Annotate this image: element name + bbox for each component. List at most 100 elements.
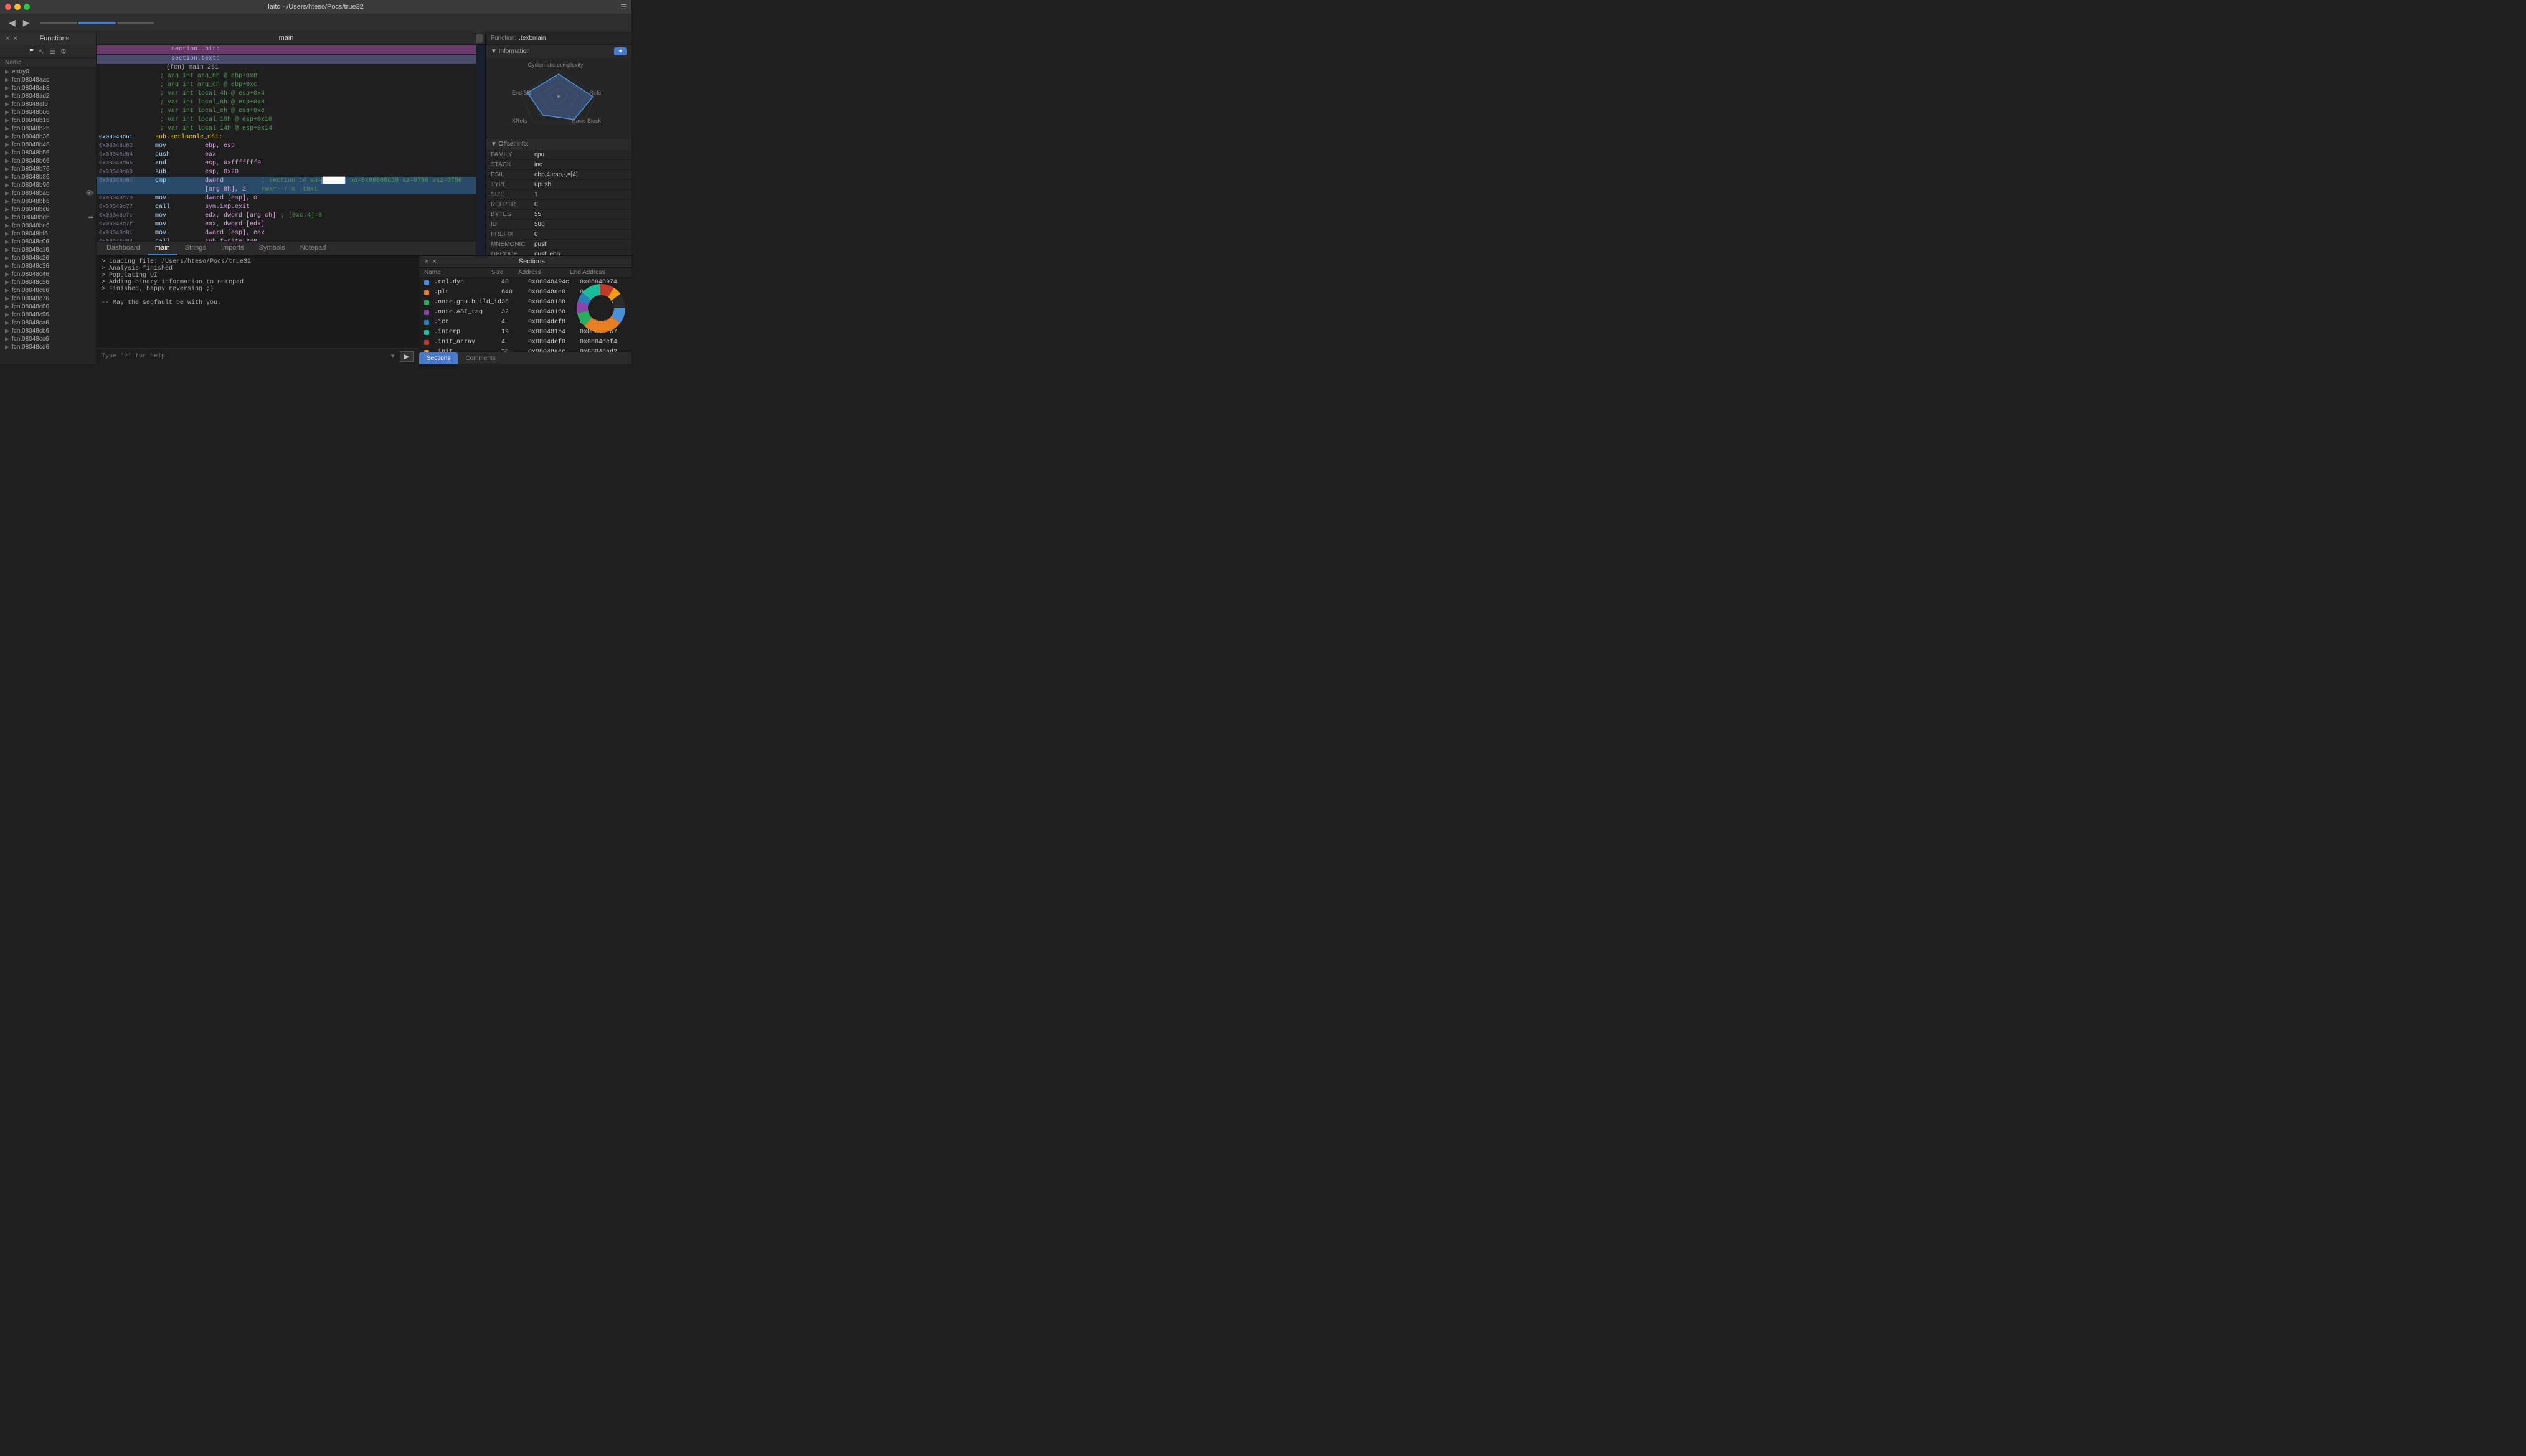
tab-notepad[interactable]: Notepad: [293, 242, 334, 255]
list-item[interactable]: ▶fcn.08048c86: [0, 303, 96, 311]
section-row-init-array[interactable]: .init_array 4 0x0804def0 0x0804def4: [419, 338, 632, 347]
sections-tab-bar: Sections Comments: [419, 352, 632, 364]
sections-list[interactable]: .rel.dyn 40 0x08048494c 0x08048974 .plt …: [419, 278, 632, 352]
list-item[interactable]: ▶fcn.08048b26: [0, 125, 96, 133]
console-input[interactable]: [102, 353, 390, 360]
list-item[interactable]: ▶fcn.08048af6: [0, 100, 96, 108]
list-item[interactable]: ▶fcn.08048b76: [0, 165, 96, 173]
section-row-init[interactable]: .init 38 0x08048aac 0x08048ad2: [419, 347, 632, 352]
sections-title: Sections: [437, 258, 627, 265]
list-item[interactable]: ▶fcn.08048c56: [0, 278, 96, 286]
info-row-mnemonic: MNEMONIC push: [486, 240, 632, 250]
list-item[interactable]: ▶fcn.08048b86: [0, 173, 96, 181]
list-item[interactable]: ▶fcn.08048ab8: [0, 84, 96, 92]
list-item[interactable]: ▶fcn.08048bb6: [0, 197, 96, 206]
tab-graph[interactable]: Graph: [476, 34, 483, 43]
list-item[interactable]: ▶fcn.08048b16: [0, 116, 96, 125]
list-item[interactable]: ▶fcn.08048b56: [0, 149, 96, 157]
list-item[interactable]: ▶fcn.08048bd6 ➡: [0, 214, 96, 222]
sections-close-x2[interactable]: ✕: [432, 258, 437, 265]
info-row-family: FAMILY cpu: [486, 150, 632, 160]
maximize-button[interactable]: [24, 4, 30, 10]
list-item[interactable]: ▶ entry0: [0, 68, 96, 76]
sidebar-close-x[interactable]: ✕: [5, 35, 10, 42]
minimize-button[interactable]: [14, 4, 21, 10]
list-item[interactable]: ▶fcn.08048cd6: [0, 343, 96, 351]
code-line: section.text:: [97, 55, 476, 64]
cursor-icon[interactable]: ↖: [37, 47, 46, 56]
section-size: 640: [501, 289, 523, 296]
list-item[interactable]: ▶fcn.08048c26: [0, 254, 96, 262]
tab-comments[interactable]: Comments: [458, 352, 503, 364]
tab-strings[interactable]: Strings: [177, 242, 214, 255]
forward-button[interactable]: ▶: [19, 16, 34, 29]
nav-tab-1[interactable]: [40, 22, 77, 24]
list-item[interactable]: ▶fcn.08048c36: [0, 262, 96, 270]
sidebar-col-name: Name: [5, 59, 22, 66]
list-item[interactable]: ▶fcn.08048c16: [0, 246, 96, 254]
tab-symbols[interactable]: Symbols: [252, 242, 293, 255]
top-area: main section..bit: section.text: (fcn) m…: [97, 32, 632, 255]
window-title: laito - /Users/hteso/Pocs/true32: [268, 3, 363, 11]
information-section: ▼ Information ✦ Cyclomatic complexity Re…: [486, 45, 632, 138]
nav-tab-3[interactable]: [117, 22, 154, 24]
list-item[interactable]: ▶fcn.08048bc6: [0, 206, 96, 214]
list-icon[interactable]: ≡: [27, 47, 35, 56]
list-item[interactable]: ▶fcn.08048c06: [0, 238, 96, 246]
tab-imports[interactable]: Imports: [214, 242, 252, 255]
view-tabs: Preview Pseudo Graph: [476, 32, 485, 45]
list-item[interactable]: ▶fcn.08048c66: [0, 286, 96, 295]
bottom-tabs: Dashboard main Strings Imports Symbols N…: [97, 241, 476, 255]
list-item[interactable]: ▶fcn.08048b36: [0, 133, 96, 141]
tab-dashboard[interactable]: Dashboard: [99, 242, 148, 255]
tab-sections[interactable]: Sections: [419, 352, 458, 364]
tab-main[interactable]: main: [148, 242, 177, 255]
svg-text:Cyclomatic complexity: Cyclomatic complexity: [527, 62, 584, 68]
list-item[interactable]: ▶fcn.08048b46: [0, 141, 96, 149]
sidebar-close-x2[interactable]: ✕: [12, 35, 17, 42]
back-button[interactable]: ◀: [5, 16, 19, 29]
offset-section-header[interactable]: ▼ Offset info:: [486, 138, 632, 150]
list-item[interactable]: ▶fcn.08048b66: [0, 157, 96, 165]
list-item[interactable]: ▶fcn.08048ba6 👁: [0, 189, 96, 197]
menu-icon[interactable]: ☰: [620, 3, 627, 11]
section-name: .rel.dyn: [434, 279, 496, 286]
console-panel: > Loading file: /Users/hteso/Pocs/true32…: [97, 256, 419, 364]
settings-icon[interactable]: ⚙: [59, 47, 69, 56]
list-item[interactable]: ▶fcn.08048c96: [0, 311, 96, 319]
list-item[interactable]: ▶fcn.08048c46: [0, 270, 96, 278]
console-dropdown-icon[interactable]: ▼: [390, 353, 396, 360]
list-item[interactable]: ▶fcn.08048b06: [0, 108, 96, 116]
offset-info-section: ▼ Offset info: FAMILY cpu STACK inc ESIL…: [486, 138, 632, 255]
graph-panel[interactable]: Preview Pseudo Graph: [476, 32, 485, 255]
menu-icon[interactable]: ☰: [47, 47, 57, 56]
nav-toolbar: ◀ ▶: [0, 14, 632, 32]
list-item[interactable]: ▶fcn.08048bf6: [0, 230, 96, 238]
code-line: ; arg int arg_8h @ ebp+0x8: [97, 72, 476, 81]
list-item[interactable]: ▶fcn.08048cc6: [0, 335, 96, 343]
section-color: [424, 280, 429, 285]
list-item[interactable]: ▶fcn.08048be6: [0, 222, 96, 230]
list-item[interactable]: ▶fcn.08048aac: [0, 76, 96, 84]
section-name: .init_array: [434, 339, 496, 346]
list-item[interactable]: ▶fcn.08048cb6: [0, 327, 96, 335]
information-section-header[interactable]: ▼ Information ✦: [486, 45, 632, 58]
nav-tab-2[interactable]: [78, 22, 116, 24]
section-color: [424, 320, 429, 325]
list-item[interactable]: ▶fcn.08048b96: [0, 181, 96, 189]
list-item[interactable]: ▶fcn.08048ad2: [0, 92, 96, 100]
offset-title: ▼ Offset info:: [491, 141, 529, 148]
sidebar-list[interactable]: ▶ entry0 ▶fcn.08048aac ▶fcn.08048ab8 ▶fc…: [0, 68, 96, 364]
info-row-bytes: BYTES 55: [486, 210, 632, 220]
sections-close-x[interactable]: ✕: [424, 258, 429, 265]
code-line: 0x08048d65 and esp, 0xfffffff0: [97, 159, 476, 168]
code-content[interactable]: section..bit: section.text: (fcn) main 2…: [97, 44, 476, 241]
section-name: .init: [434, 349, 496, 352]
list-item[interactable]: ▶fcn.08048ca6: [0, 319, 96, 327]
console-run-button[interactable]: ▶: [400, 351, 414, 362]
list-item[interactable]: ▶fcn.08048c76: [0, 295, 96, 303]
close-button[interactable]: [5, 4, 11, 10]
code-line: ; var int local_10h @ esp+0x10: [97, 116, 476, 125]
section-addr: 0x08048494c: [528, 279, 575, 286]
section-addr: 0x08048154: [528, 329, 575, 336]
